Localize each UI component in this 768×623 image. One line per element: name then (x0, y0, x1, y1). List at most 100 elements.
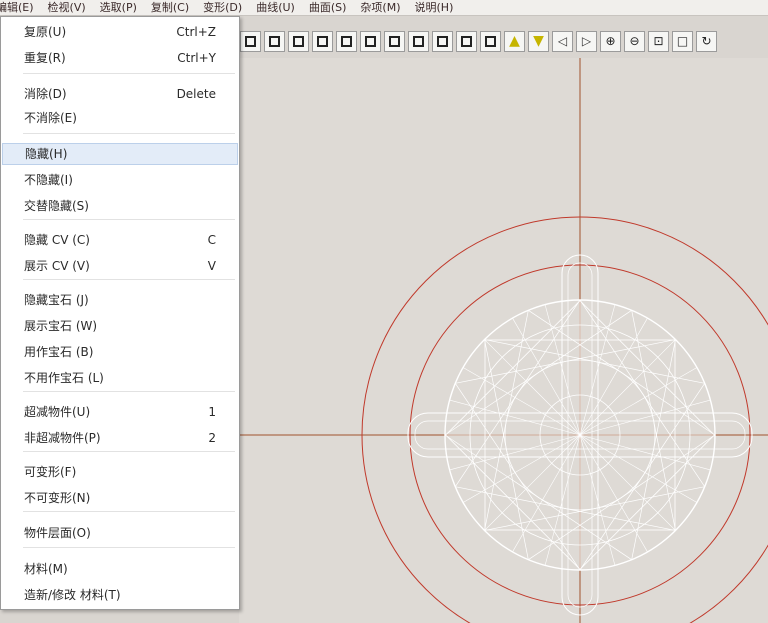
menu-item-label: 不可变形(N) (24, 491, 91, 505)
view-top-button[interactable] (336, 30, 357, 52)
menubar-item-7[interactable]: 杂项(M) (353, 0, 407, 15)
wire-line (631, 310, 676, 531)
wire-line (512, 317, 581, 436)
wire-line (528, 309, 716, 436)
menu-item-9[interactable]: 隐藏宝石 (J) (2, 289, 238, 311)
wire-line (631, 339, 676, 560)
wire-line (512, 434, 581, 553)
menu-separator (23, 279, 235, 280)
menu-item-10[interactable]: 展示宝石 (W) (2, 315, 238, 337)
zoom-out-icon: ⊖ (629, 34, 640, 48)
menu-item-12[interactable]: 不用作宝石 (L) (2, 367, 238, 389)
menu-separator (23, 391, 235, 392)
menu-item-1[interactable]: 重复(R) Ctrl+Y (2, 47, 238, 69)
menu-item-label: 消除(D) (24, 87, 67, 101)
rotate-icon: ↻ (701, 34, 712, 48)
zoom-extents-icon: □ (676, 34, 689, 48)
wire-line (484, 310, 529, 531)
3d-viewport[interactable] (239, 58, 768, 623)
menu-item-label: 超减物件(U) (24, 405, 91, 419)
zoom-extents-button[interactable]: □ (672, 30, 693, 52)
split-horizontal-icon (437, 35, 448, 47)
wire-line (454, 299, 581, 487)
wire-line (455, 339, 676, 384)
menu-item-6[interactable]: 交替隐藏(S) (2, 195, 238, 217)
view-front-button[interactable] (264, 30, 285, 52)
zoom-window-button[interactable]: ⊡ (648, 30, 669, 52)
split-vertical-button[interactable] (408, 30, 429, 52)
view-back-button[interactable] (288, 30, 309, 52)
arrow-right-button[interactable]: ▷ (576, 30, 597, 52)
menubar-item-5[interactable]: 曲线(U) (249, 0, 302, 15)
menu-item-17[interactable]: 物件层面(O) (2, 522, 238, 544)
wire-line (455, 486, 676, 531)
view-left-button[interactable] (240, 30, 261, 52)
menu-item-label: 隐藏宝石 (J) (24, 293, 89, 307)
view-bottom-button[interactable] (360, 30, 381, 52)
wire-line (579, 399, 711, 436)
zoom-out-button[interactable]: ⊖ (624, 30, 645, 52)
menu-separator (23, 219, 235, 220)
menu-item-13[interactable]: 超减物件(U) 1 (2, 401, 238, 423)
wire-line (579, 434, 616, 566)
menu-item-label: 造新/修改 材料(T) (24, 588, 121, 602)
split-vertical-icon (413, 35, 424, 47)
menu-item-label: 重复(R) (24, 51, 66, 65)
zoom-in-button[interactable]: ⊕ (600, 30, 621, 52)
rotate-button[interactable]: ↻ (696, 30, 717, 52)
menu-item-16[interactable]: 不可变形(N) (2, 487, 238, 509)
menu-item-2[interactable]: 消除(D) Delete (2, 83, 238, 105)
split-horizontal-button[interactable] (432, 30, 453, 52)
view-right-button[interactable] (312, 30, 333, 52)
menu-item-15[interactable]: 可变形(F) (2, 461, 238, 483)
menu-item-3[interactable]: 不消除(E) (2, 107, 238, 129)
grid-4-icon (461, 35, 472, 47)
viewport-canvas[interactable] (239, 58, 768, 623)
grid-9-icon (485, 35, 496, 47)
menubar-item-8[interactable]: 说明(H) (408, 0, 461, 15)
menu-separator (23, 133, 235, 134)
menu-item-label: 可变形(F) (24, 465, 77, 479)
menu-item-18[interactable]: 材料(M) (2, 558, 238, 580)
menubar-item-1[interactable]: 检视(V) (41, 0, 93, 15)
grid-4-button[interactable] (456, 30, 477, 52)
menu-item-11[interactable]: 用作宝石 (B) (2, 341, 238, 363)
menu-separator (23, 547, 235, 548)
menu-item-4[interactable]: 隐藏(H) (2, 143, 238, 165)
menu-separator (23, 73, 235, 74)
wire-line (454, 383, 581, 571)
menu-item-shortcut: V (207, 259, 216, 273)
menu-item-label: 不消除(E) (24, 111, 77, 125)
menubar-item-2[interactable]: 选取(P) (93, 0, 144, 15)
arrow-left-button[interactable]: ◁ (552, 30, 573, 52)
wire-line (449, 399, 581, 436)
arrow-up-button[interactable]: ▲ (504, 30, 525, 52)
menu-separator (23, 511, 235, 512)
arrow-up-icon: ▲ (509, 33, 520, 49)
menubar-item-4[interactable]: 变形(D) (196, 0, 249, 15)
arrow-right-icon: ▷ (581, 34, 592, 48)
grid-9-button[interactable] (480, 30, 501, 52)
menu-item-5[interactable]: 不隐藏(I) (2, 169, 238, 191)
menu-item-14[interactable]: 非超减物件(P) 2 (2, 427, 238, 449)
menubar-item-3[interactable]: 复制(C) (144, 0, 196, 15)
menubar-item-6[interactable]: 曲面(S) (302, 0, 354, 15)
edit-menu-dropdown: 复原(U) Ctrl+Z 重复(R) Ctrl+Y 消除(D) Delete 不消除(E) 隐… (0, 16, 240, 610)
menu-item-8[interactable]: 展示 CV (V) V (2, 255, 238, 277)
menu-item-label: 材料(M) (24, 562, 68, 576)
menu-item-0[interactable]: 复原(U) Ctrl+Z (2, 21, 238, 43)
menu-item-label: 用作宝石 (B) (24, 345, 94, 359)
view-quad-button[interactable] (384, 30, 405, 52)
menu-item-shortcut: Delete (176, 87, 216, 101)
menu-item-19[interactable]: 造新/修改 材料(T) (2, 584, 238, 606)
menubar-item-0[interactable]: 编辑(E) (0, 0, 41, 15)
menu-item-label: 隐藏 CV (C) (24, 233, 90, 247)
menu-item-shortcut: Ctrl+Z (176, 25, 216, 39)
menu-item-7[interactable]: 隐藏 CV (C) C (2, 229, 238, 251)
wire-line (579, 383, 706, 571)
menu-item-shortcut: 2 (208, 431, 216, 445)
menu-item-label: 物件层面(O) (24, 526, 91, 540)
view-quad-icon (389, 35, 400, 47)
menu-item-label: 展示宝石 (W) (24, 319, 98, 333)
arrow-down-button[interactable]: ▼ (528, 30, 549, 52)
